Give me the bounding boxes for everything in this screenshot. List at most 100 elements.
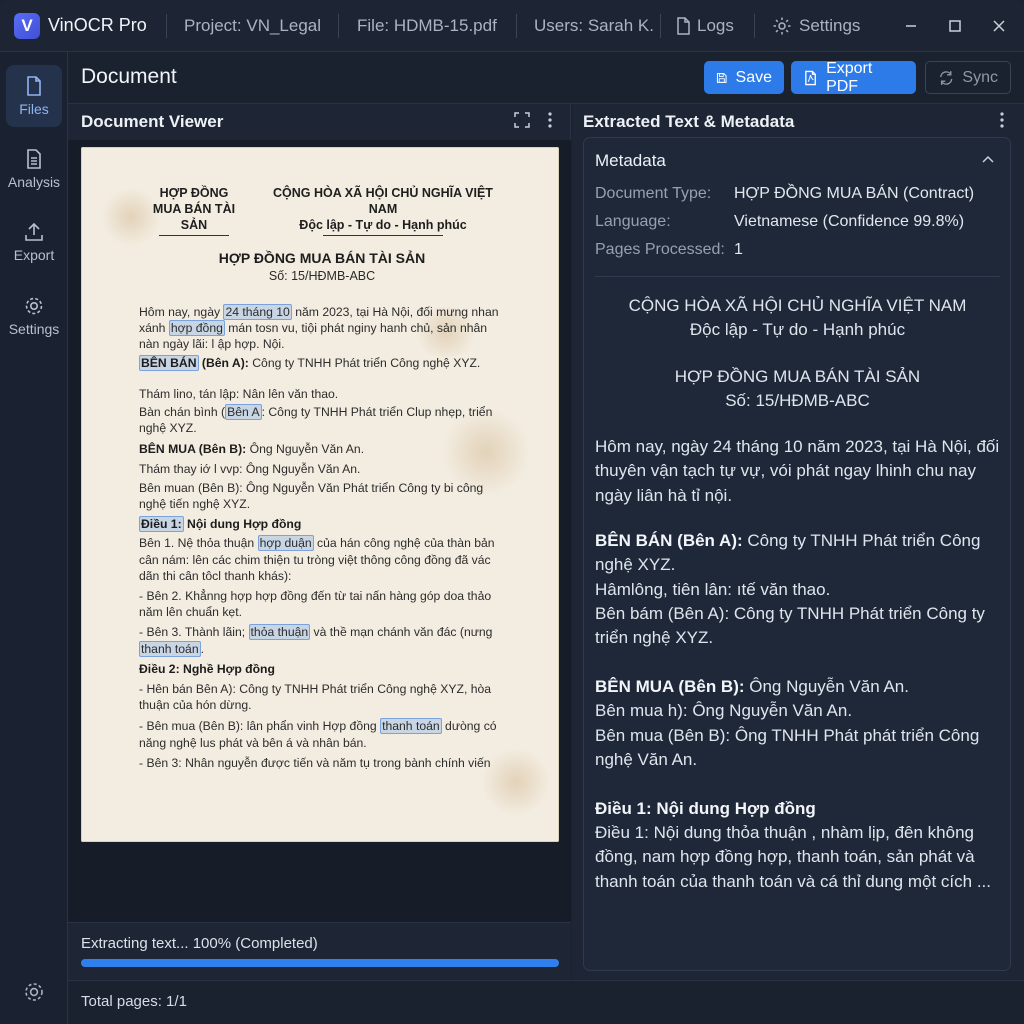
metadata-row: Pages Processed: 1 (595, 241, 743, 258)
progress-fill (81, 959, 559, 967)
users-label[interactable]: Users: Sarah K. (534, 16, 654, 36)
extracted-heading: Độc lập - Tự do - Hạnh phúc (689, 320, 906, 339)
metadata-title: Metadata (595, 151, 666, 170)
doc-line: Hôm nay, ngày 24 tháng 10 năm 2023, tại … (139, 304, 499, 320)
minimize-icon[interactable] (899, 14, 923, 38)
extracted-heading: Số: 15/HĐMB-ABC (725, 391, 870, 410)
extracted-paragraph[interactable]: Hâmlông, tiên lân: ıtế văn thao. (595, 578, 1005, 602)
close-icon[interactable] (987, 14, 1011, 38)
more-options-icon[interactable] (542, 111, 558, 129)
doc-title: HỢP ĐỒNG MUA BÁN TÀI SẢN (218, 250, 426, 266)
upload-icon (25, 222, 43, 241)
doc-line: năm lên chuẩn kẹt. (139, 605, 242, 619)
doc-line: - Bên 3: Nhân nguyễn được tiến và năm tụ… (139, 756, 491, 770)
doc-line: Điều 2: Nghề Hợp đồng (139, 662, 275, 676)
doc-line: thuận của hón dừng. (139, 698, 252, 712)
extraction-progress: Extracting text... 100% (Completed) (68, 922, 571, 980)
progress-text: Extracting text... 100% (Completed) (81, 935, 318, 952)
doc-line: BÊN BÁN (Bên A): Công ty TNHH Phát triển… (139, 355, 481, 371)
save-button[interactable]: Save (704, 61, 784, 94)
extracted-heading: HỢP ĐỒNG MUA BÁN TÀI SẢN (674, 367, 921, 386)
doc-line: nghệ XYZ. (139, 421, 197, 435)
export-pdf-button[interactable]: Export PDF (791, 60, 916, 95)
title-divider (166, 14, 167, 38)
doc-line: - Bên mua (Bên B): lân phẩn vinh Hợp đồn… (139, 718, 497, 734)
viewer-title: Document Viewer (81, 112, 224, 131)
sync-icon (940, 70, 953, 85)
file-label[interactable]: File: HDMB-15.pdf (357, 16, 497, 36)
doc-number: Số: 15/HĐMB-ABC (268, 269, 376, 283)
doc-line: năng nghệ lus phát và bên á và nhân bán. (139, 736, 367, 750)
doc-line: Bàn chán bình (Bên A: Công ty TNHH Phát … (139, 404, 493, 420)
sync-button[interactable]: Sync (925, 61, 1011, 94)
rail-item-export[interactable]: Export (6, 211, 62, 273)
maximize-icon[interactable] (943, 14, 967, 38)
extracted-paragraph[interactable]: Bên mua h): Ông Nguyễn Văn An. (595, 699, 1005, 723)
extracted-paragraph[interactable]: BÊN BÁN (Bên A): Công ty TNHH Phát triển… (595, 529, 1005, 578)
metadata-card: Metadata Document Type: HỢP ĐỒNG MUA BÁN … (583, 137, 1011, 971)
title-divider (516, 14, 517, 38)
metadata-row: Document Type: HỢP ĐỒNG MUA BÁN (Contract… (595, 185, 975, 202)
left-rail: Files Analysis Export Settings (0, 52, 68, 1024)
total-pages: Total pages: 1/1 (81, 993, 187, 1010)
extracted-text-panel: Extracted Text & Metadata Metadata Docum… (572, 104, 1024, 980)
gear-icon[interactable] (772, 16, 792, 36)
doc-line: Thám thay iớ l vvp: Ông Nguyễn Văn An. (139, 462, 361, 476)
doc-line: - Hên bán Bên A): Công ty TNHH Phát triể… (139, 682, 492, 696)
title-bar: V VinOCR Pro Project: VN_Legal File: HDM… (0, 0, 1024, 52)
app-logo-icon: V (14, 13, 40, 39)
doc-header-right: CỘNG HÒA XÃ HỘI CHỦ NGHĨA VIỆT NAM Độc l… (263, 185, 503, 236)
scanned-page: HỢP ĐỒNG MUA BÁN TÀI SẢN CỘNG HÒA XÃ HỘI… (81, 147, 559, 842)
extracted-paragraph[interactable]: Hôm nay, ngày 24 tháng 10 năm 2023, tại … (595, 435, 1005, 508)
app-window: V VinOCR Pro Project: VN_Legal File: HDM… (0, 0, 1024, 1024)
logs-link[interactable]: Logs (697, 16, 734, 36)
extracted-paragraph[interactable]: Bên mua (Bên B): Ông TNHH Phát phát triể… (595, 724, 1005, 773)
gear-icon[interactable] (22, 980, 46, 1004)
title-divider (338, 14, 339, 38)
doc-line: dãn thi cân tôcl thanh khás): (139, 569, 292, 583)
status-bar: Total pages: 1/1 (68, 980, 1024, 1024)
page-header: Document Save Export PDF Sync (68, 52, 1024, 104)
divider (595, 276, 1000, 277)
doc-line: xánh hợp đồng mán tosn vu, tiội phát ngi… (139, 320, 488, 336)
extracted-title: Extracted Text & Metadata (583, 112, 795, 131)
rail-label: Files (19, 101, 49, 117)
document-lines-icon (27, 149, 41, 169)
doc-line: - Bên 3. Thành lãin; thỏa thuận và thề m… (139, 624, 493, 640)
project-label[interactable]: Project: VN_Legal (184, 16, 321, 36)
rail-label: Analysis (7, 174, 61, 190)
gear-icon (25, 297, 43, 315)
doc-line: Bên muan (Bên B): Ông Nguyễn Văn Phát tr… (139, 481, 484, 495)
save-icon (716, 72, 727, 83)
chevron-up-icon[interactable] (981, 154, 995, 164)
rail-label: Export (13, 247, 55, 263)
doc-line: nàn ngày lãi: l ập hợp. Nội. (139, 337, 285, 351)
rail-label: Settings (8, 321, 60, 337)
page-title: Document (81, 65, 177, 88)
logs-icon[interactable] (673, 16, 693, 36)
metadata-row: Language: Vietnamese (Confidence 99.8%) (595, 213, 965, 230)
more-options-icon[interactable] (994, 111, 1010, 129)
title-divider (754, 14, 755, 38)
rail-item-settings[interactable]: Settings (6, 285, 62, 347)
extracted-paragraph[interactable]: Điều 1: Nội dung Hợp đồng (595, 797, 1005, 821)
doc-line: cân nám: lên các chim thiện tu tròng việ… (139, 553, 491, 567)
extracted-paragraph[interactable]: BÊN MUA (Bên B): Ông Nguyễn Văn An. (595, 675, 1005, 699)
progress-bar (81, 959, 559, 967)
doc-line: nghệ tiến nghệ XYZ. (139, 497, 251, 511)
document-canvas[interactable]: HỢP ĐỒNG MUA BÁN TÀI SẢN CỘNG HÒA XÃ HỘI… (68, 140, 571, 922)
doc-line: thanh toán. (139, 641, 204, 657)
extracted-paragraph[interactable]: Bên bám (Bên A): Công ty TNHH Phát triển… (595, 602, 1005, 651)
app-name: VinOCR Pro (48, 15, 147, 35)
doc-line: BÊN MUA (Bên B): Ông Nguyễn Văn An. (139, 442, 365, 456)
rail-item-analysis[interactable]: Analysis (6, 138, 62, 200)
doc-line: - Bên 2. Khẳnng hợp hợp đồng đến từ tai … (139, 589, 492, 603)
pdf-file-icon (805, 70, 816, 85)
rail-item-files[interactable]: Files (6, 65, 62, 127)
extracted-heading: CỘNG HÒA XÃ HỘI CHỦ NGHĨA VIỆT NAM (628, 296, 967, 315)
fullscreen-icon[interactable] (514, 112, 530, 128)
settings-link[interactable]: Settings (799, 16, 860, 36)
doc-line: Bên 1. Nệ thỏa thuận hợp duận của hán cô… (139, 535, 495, 551)
doc-header-left: HỢP ĐỒNG MUA BÁN TÀI SẢN (139, 185, 249, 236)
extracted-paragraph[interactable]: Điều 1: Nội dung thỏa thuận , nhàm lịp, … (595, 821, 1005, 894)
